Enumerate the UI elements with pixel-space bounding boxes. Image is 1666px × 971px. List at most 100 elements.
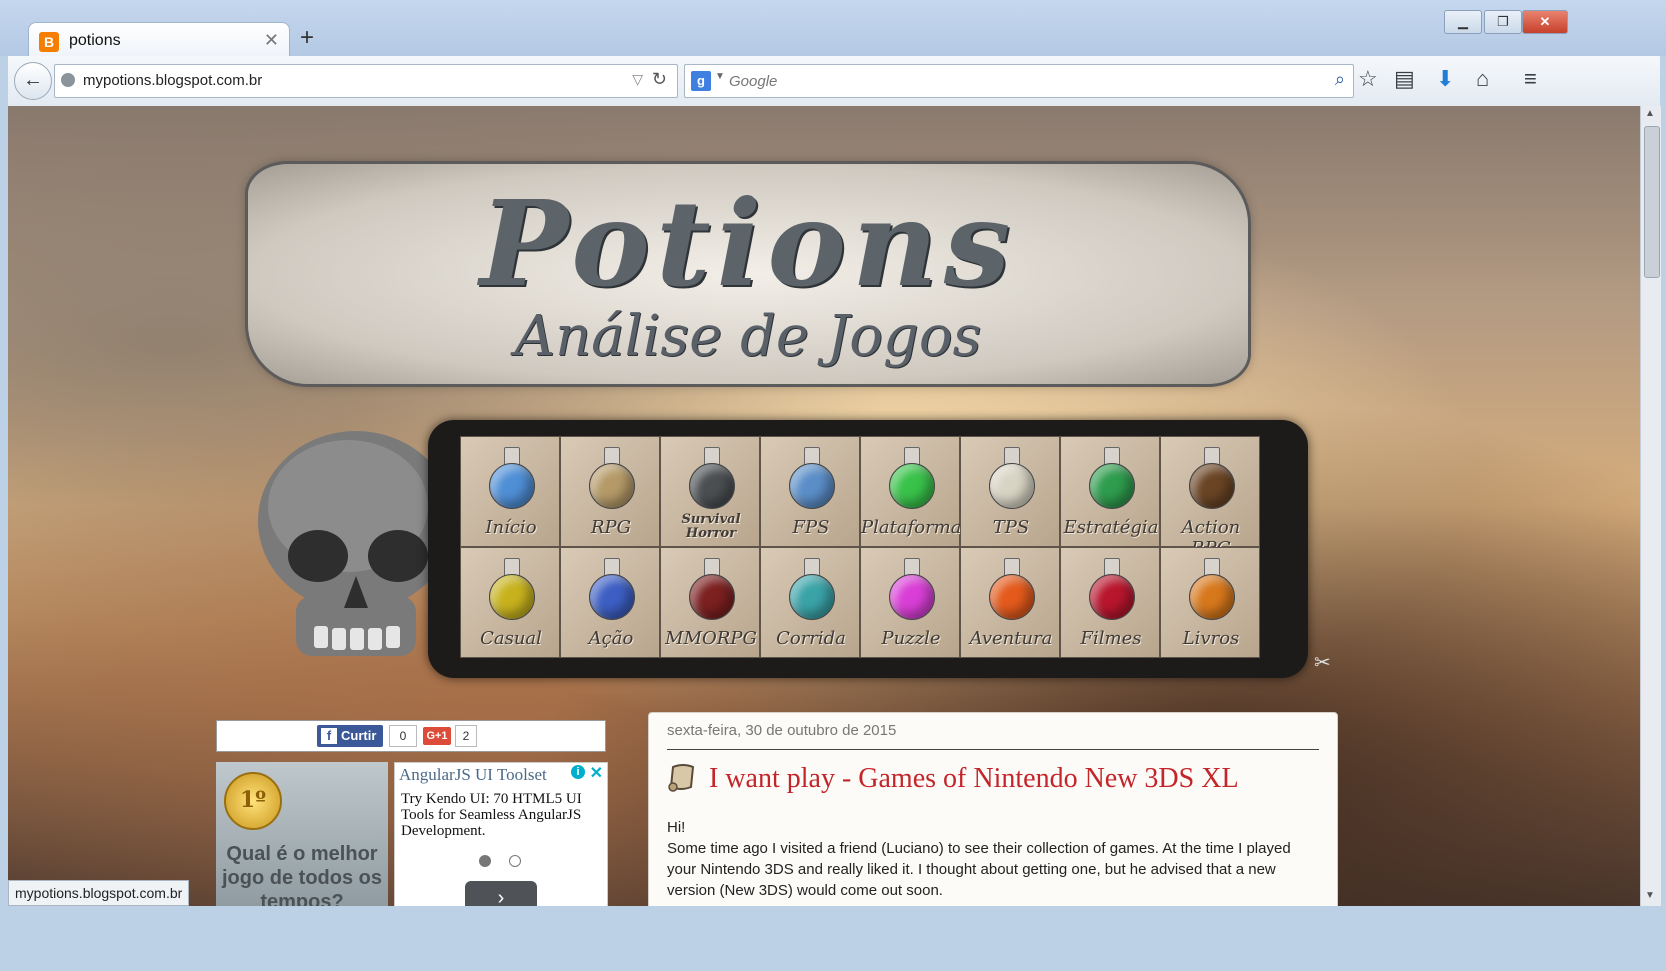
menu-item-aventura[interactable]: Aventura [960,547,1060,658]
minimize-button[interactable]: ▁ [1444,10,1482,34]
new-tab-button[interactable]: + [300,24,314,52]
scrollbar-thumb[interactable] [1644,126,1660,278]
ad-box[interactable]: AngularJS UI Toolset i ✕ Try Kendo UI: 7… [394,762,608,906]
potion-bottle-icon [1089,558,1135,620]
potion-bottle-icon [789,558,835,620]
magnifier-icon[interactable]: ⌕ [1335,69,1345,90]
potion-bottle-icon [889,558,935,620]
site-subtitle: Análise de Jogos [514,304,982,369]
post-title-link[interactable]: I want play - Games of Nintendo New 3DS … [709,763,1239,795]
like-count: 0 [389,725,417,747]
navigation-toolbar: ← mypotions.blogspot.com.br ▽ ↻ g ▼ Goog… [8,56,1660,107]
tab-close-icon[interactable]: ✕ [264,30,279,51]
menu-item-rpg[interactable]: RPG [560,436,660,547]
menu-item-plataforma[interactable]: Plataforma [860,436,961,547]
facebook-like-button[interactable]: f Curtir [317,725,383,747]
browser-tab[interactable]: B potions ✕ [28,22,290,59]
potion-liquid [1089,463,1135,509]
gplus-count: 2 [455,725,477,747]
potion-bottle-icon [989,447,1035,509]
wrench-screwdriver-icon[interactable]: ✂ [1314,650,1331,675]
scroll-down-arrow-icon[interactable]: ▼ [1645,890,1655,901]
poll-question: Qual é o melhor jogo de todos os tempos? [222,843,382,906]
potion-bottle-icon [989,558,1035,620]
maximize-button[interactable]: ❐ [1484,10,1522,34]
potion-bottle-icon [489,558,535,620]
menu-item-ação[interactable]: Ação [560,547,660,658]
menu-item-puzzle[interactable]: Puzzle [860,547,960,658]
ad-title[interactable]: AngularJS UI Toolset [399,765,547,785]
post-paragraph: Some time ago I visited a friend (Lucian… [667,840,1291,899]
potion-liquid [689,574,735,620]
hamburger-menu-icon[interactable]: ≡ [1524,66,1537,92]
potion-bottle-icon [1189,558,1235,620]
menu-item-fps[interactable]: FPS [760,436,860,547]
menu-item-casual[interactable]: Casual [460,547,560,658]
ad-carousel-dot[interactable] [509,855,521,867]
menu-item-label: Filmes [1080,628,1142,649]
menu-item-livros[interactable]: Livros [1160,547,1260,658]
post-date: sexta-feira, 30 de outubro de 2015 [667,722,897,739]
google-search-engine-icon[interactable]: g [691,71,711,91]
back-button[interactable]: ← [14,62,52,100]
potion-bottle-icon [789,447,835,509]
gold-medal-icon: 1º [224,772,282,830]
menu-item-label: Survival Horror [681,512,741,541]
downloads-icon[interactable]: ⬇ [1436,66,1454,92]
potion-liquid [489,463,535,509]
search-input[interactable]: Google [729,73,777,90]
bookmarks-menu-icon[interactable]: ▤ [1394,66,1415,92]
ad-close-icon[interactable]: ✕ [590,763,603,783]
blogger-favicon-icon: B [39,32,59,52]
potion-liquid [789,463,835,509]
potion-liquid [989,463,1035,509]
menu-item-início[interactable]: Início [460,436,560,547]
history-dropdown-icon[interactable]: ▽ [632,71,643,88]
potion-liquid [689,463,735,509]
menu-item-survival-horror[interactable]: Survival Horror [660,436,760,547]
poll-widget[interactable]: 1º Qual é o melhor jogo de todos os temp… [216,762,388,906]
ad-carousel-dot-active[interactable] [479,855,491,867]
menu-item-mmorpg[interactable]: MMORPG [660,547,760,658]
tab-title: potions [69,32,121,49]
potion-liquid [489,574,535,620]
menu-item-label: Aventura [969,628,1053,649]
social-share-box: f Curtir 0 G+1 2 [216,720,606,752]
parchment-scroll-icon [668,764,695,792]
search-bar[interactable]: g ▼ Google ⌕ [684,64,1354,98]
reload-icon[interactable]: ↻ [652,69,667,90]
menu-item-tps[interactable]: TPS [960,436,1060,547]
search-engine-dropdown-icon[interactable]: ▼ [715,71,725,82]
potion-liquid [589,463,635,509]
ad-info-icon[interactable]: i [571,765,585,779]
gplus-button[interactable]: G+1 [423,727,451,745]
potion-liquid [789,574,835,620]
potion-bottle-icon [589,447,635,509]
facebook-icon: f [321,728,337,744]
potion-bottle-icon [489,447,535,509]
menu-item-action-rpg[interactable]: Action RPG [1160,436,1260,559]
potion-liquid [889,574,935,620]
menu-item-filmes[interactable]: Filmes [1060,547,1160,658]
ad-next-button[interactable]: › [465,881,537,906]
menu-item-corrida[interactable]: Corrida [760,547,860,658]
menu-item-label: Puzzle [881,628,941,649]
scroll-up-arrow-icon[interactable]: ▲ [1645,108,1655,119]
close-window-button[interactable]: ✕ [1522,10,1568,34]
home-icon[interactable]: ⌂ [1476,66,1489,92]
post-greeting: Hi! [667,819,686,836]
potion-bottle-icon [1189,447,1235,509]
menu-item-label: Estratégia [1063,517,1159,538]
ad-body: Try Kendo UI: 70 HTML5 UI Tools for Seam… [401,791,582,839]
potion-bottle-icon [1089,447,1135,509]
menu-item-label: Livros [1182,628,1240,649]
menu-item-label: Ação [588,628,634,649]
bookmark-star-icon[interactable]: ☆ [1358,66,1378,92]
potion-bottle-icon [589,558,635,620]
potion-bottle-icon [689,447,735,509]
site-banner[interactable]: Potions Análise de Jogos [248,164,1248,384]
globe-icon [61,73,75,87]
menu-item-estratégia[interactable]: Estratégia [1060,436,1160,547]
address-bar[interactable]: mypotions.blogspot.com.br ▽ ↻ [54,64,678,98]
vertical-scrollbar[interactable]: ▲ ▼ [1640,106,1661,906]
